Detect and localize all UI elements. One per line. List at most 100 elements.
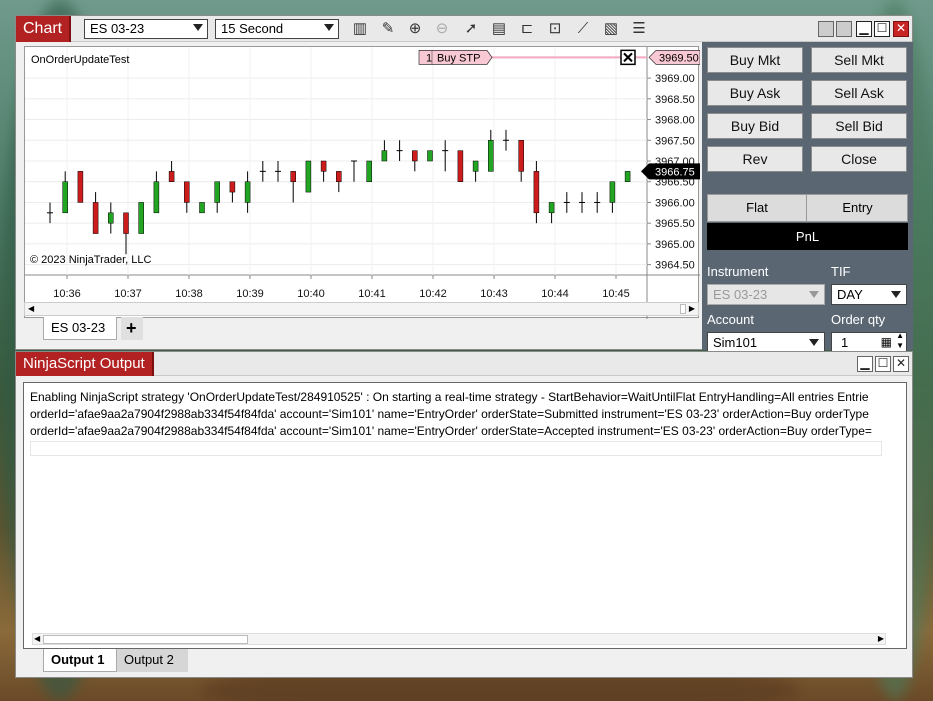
atm-strategy-selector[interactable]: Entry <box>808 195 907 221</box>
candle-body <box>229 181 236 193</box>
scroll-left-icon[interactable]: ◀ <box>28 304 34 313</box>
tif-label: TIF <box>831 264 851 279</box>
output-horizontal-scrollbar[interactable]: ◀ ▶ <box>32 633 886 645</box>
time-tick-label: 10:37 <box>114 288 142 300</box>
data-box-icon[interactable]: ▤ <box>490 20 508 38</box>
buy-bid-button[interactable]: Buy Bid <box>707 113 803 139</box>
candle-body <box>609 181 616 203</box>
candle-body <box>199 202 205 214</box>
scroll-thumb[interactable] <box>43 635 248 644</box>
price-tick-label: 3968.00 <box>655 115 695 127</box>
chart-trader-panel: Buy Mkt Sell Mkt Buy Ask Sell Ask Buy Bi… <box>702 42 913 353</box>
tab-es-03-23[interactable]: ES 03-23 <box>43 317 117 340</box>
calculator-icon[interactable]: ▦ <box>881 333 892 352</box>
price-chart[interactable]: 3969.003968.503968.003967.503967.003966.… <box>25 47 700 319</box>
candle-body <box>472 160 479 172</box>
candle-body <box>92 202 99 234</box>
link-icon[interactable] <box>818 21 834 37</box>
chevron-down-icon[interactable] <box>324 24 334 31</box>
candle-body <box>366 160 372 182</box>
output-text-area[interactable]: Enabling NinjaScript strategy 'OnOrderUp… <box>23 382 907 649</box>
drawing-tools-icon[interactable]: ▧ <box>602 20 620 38</box>
indicators-icon[interactable]: ⊡ <box>546 20 564 38</box>
scroll-left-icon[interactable]: ◀ <box>34 634 40 643</box>
sell-ask-button[interactable]: Sell Ask <box>811 80 907 106</box>
tif-select[interactable]: DAY <box>831 284 907 305</box>
price-tick-label: 3964.50 <box>655 260 695 272</box>
chart-window: Chart ES 03-23 15 Second ▥ ✎ ⊕ ⊖ ➚ ▤ ⊏ ⊡… <box>15 15 913 353</box>
candle-body <box>336 171 342 182</box>
chevron-down-icon[interactable] <box>891 291 901 298</box>
interval-selector[interactable]: 15 Second <box>215 19 339 39</box>
bar-type-icon[interactable]: ▥ <box>351 20 369 38</box>
order-price-label: 3969.50 <box>659 52 699 64</box>
order-instrument-select[interactable]: ES 03-23 <box>707 284 825 305</box>
maximize-button[interactable]: ☐ <box>875 356 891 372</box>
close-position-button[interactable]: Close <box>811 146 907 172</box>
scroll-thumb[interactable] <box>680 304 686 314</box>
instrument-link-icon[interactable] <box>836 21 852 37</box>
candle-body <box>412 150 418 162</box>
spin-arrows-icon[interactable]: ▲ ▼ <box>896 331 904 351</box>
buy-mkt-button[interactable]: Buy Mkt <box>707 47 803 73</box>
reverse-button[interactable]: Rev <box>707 146 803 172</box>
output-line: orderId='afae9aa2a7904f2988ab334f54f84fd… <box>30 407 869 421</box>
instrument-selector[interactable]: ES 03-23 <box>84 19 208 39</box>
zoom-out-icon[interactable]: ⊖ <box>433 20 451 38</box>
order-qty-label: Order qty <box>831 312 886 327</box>
chart-titlebar: Chart ES 03-23 15 Second ▥ ✎ ⊕ ⊖ ➚ ▤ ⊏ ⊡… <box>16 16 912 42</box>
close-button[interactable]: ✕ <box>893 21 909 37</box>
tab-output-2[interactable]: Output 2 <box>117 649 188 672</box>
order-marker-label: Buy STP <box>437 52 480 64</box>
minimize-button[interactable]: ▁ <box>856 21 872 37</box>
tab-output-1[interactable]: Output 1 <box>43 649 117 672</box>
scroll-right-icon[interactable]: ▶ <box>689 304 695 313</box>
maximize-button[interactable]: ☐ <box>874 21 890 37</box>
list-icon[interactable]: ☰ <box>630 20 648 38</box>
buy-stp-order-marker[interactable]: 1 Buy STP <box>418 50 493 65</box>
candle-body <box>427 150 433 162</box>
order-qty-stepper[interactable]: 1 ▦ ▲ ▼ <box>831 331 907 353</box>
pointer-icon[interactable]: ➚ <box>462 20 480 38</box>
candle-body <box>518 140 524 172</box>
time-tick-label: 10:45 <box>602 288 630 300</box>
price-tick-label: 3968.50 <box>655 94 695 106</box>
account-label: Account <box>707 312 754 327</box>
candle-body <box>123 212 129 234</box>
time-tick-label: 10:43 <box>480 288 508 300</box>
account-select[interactable]: Sim101 <box>707 332 825 353</box>
output-title: NinjaScript Output <box>16 352 154 376</box>
add-tab-button[interactable]: + <box>121 317 143 340</box>
sell-bid-button[interactable]: Sell Bid <box>811 113 907 139</box>
candle-body <box>62 181 68 214</box>
last-price-label: 3966.75 <box>655 166 695 178</box>
properties-icon[interactable]: ⊏ <box>518 20 536 38</box>
strategies-icon[interactable]: ⟋ <box>574 20 592 38</box>
chevron-down-icon[interactable] <box>809 291 819 298</box>
output-titlebar: NinjaScript Output ▁ ☐ ✕ <box>16 352 912 376</box>
ninjascript-output-window: NinjaScript Output ▁ ☐ ✕ Enabling NinjaS… <box>15 351 913 678</box>
strategy-label: OnOrderUpdateTest <box>31 54 130 66</box>
close-button[interactable]: ✕ <box>893 356 909 372</box>
zoom-in-icon[interactable]: ⊕ <box>406 20 424 38</box>
candle-body <box>214 181 220 203</box>
chart-title: Chart <box>16 16 72 42</box>
chevron-down-icon[interactable] <box>193 24 203 31</box>
time-tick-label: 10:42 <box>419 288 447 300</box>
chart-panel[interactable]: 3969.00 3968.50 3968.00 3967.50 3967.00 3966.… <box>24 46 700 319</box>
time-tick-label: 10:38 <box>175 288 203 300</box>
chevron-down-icon[interactable] <box>809 339 819 346</box>
candle-body <box>624 171 631 182</box>
pencil-icon[interactable]: ✎ <box>379 20 397 38</box>
minimize-button[interactable]: ▁ <box>857 356 873 372</box>
candle-body <box>548 202 555 214</box>
chart-horizontal-scrollbar[interactable]: ◀ ▶ <box>24 302 699 316</box>
scroll-right-icon[interactable]: ▶ <box>878 634 884 643</box>
instrument-label: Instrument <box>707 264 769 279</box>
candle-body <box>77 171 84 203</box>
price-tick-label: 3966.00 <box>655 197 695 209</box>
chart-tab-row: ES 03-23 + <box>24 317 699 342</box>
sell-mkt-button[interactable]: Sell Mkt <box>811 47 907 73</box>
buy-ask-button[interactable]: Buy Ask <box>707 80 803 106</box>
candle-body <box>320 160 327 172</box>
